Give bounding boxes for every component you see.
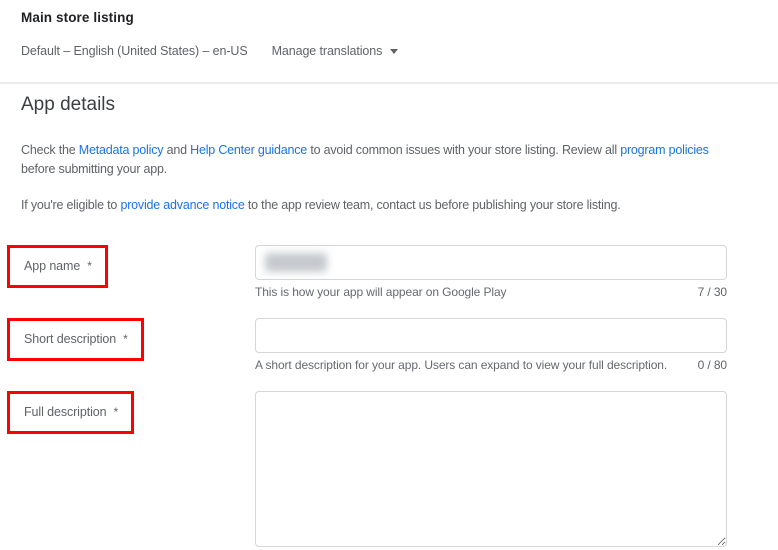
app-name-field-cell: This is how your app will appear on Goog…	[255, 245, 727, 299]
chevron-down-icon	[390, 49, 398, 54]
short-description-annotation-box: Short description *	[7, 318, 144, 361]
short-description-char-counter: 0 / 80	[698, 358, 727, 372]
full-description-textarea[interactable]	[255, 391, 727, 547]
full-description-label-cell: Full description *	[7, 391, 255, 434]
app-name-char-counter: 7 / 30	[698, 285, 727, 299]
full-description-annotation-box: Full description *	[7, 391, 134, 434]
intro-paragraph-2: If you're eligible to provide advance no…	[21, 196, 741, 215]
locale-row: Default – English (United States) – en-U…	[21, 44, 778, 58]
metadata-policy-link[interactable]: Metadata policy	[79, 143, 164, 157]
short-description-label: Short description	[24, 332, 116, 346]
short-description-helper-row: A short description for your app. Users …	[255, 358, 727, 372]
short-description-row: Short description * A short description f…	[7, 318, 778, 372]
intro-1-text-1: Check the	[21, 143, 79, 157]
full-description-field-cell: 0 / 4000	[255, 391, 727, 550]
app-name-label: App name	[24, 259, 80, 273]
app-name-label-cell: App name *	[7, 245, 255, 288]
full-description-required-asterisk: *	[113, 405, 118, 419]
program-policies-link[interactable]: program policies	[620, 143, 709, 157]
section-divider	[0, 82, 778, 84]
full-description-row: Full description * 0 / 4000	[7, 391, 778, 550]
intro-2-text-2: to the app review team, contact us befor…	[245, 198, 621, 212]
short-description-label-cell: Short description *	[7, 318, 255, 361]
short-description-input[interactable]	[255, 318, 727, 353]
app-name-row: App name * This is how your app will appe…	[7, 245, 778, 299]
app-name-helper-text: This is how your app will appear on Goog…	[255, 285, 506, 299]
locale-label: Default – English (United States) – en-U…	[21, 44, 248, 58]
intro-1-text-4: before submitting your app.	[21, 162, 167, 176]
app-name-input[interactable]	[255, 245, 727, 280]
help-center-guidance-link[interactable]: Help Center guidance	[190, 143, 307, 157]
short-description-field-cell: A short description for your app. Users …	[255, 318, 727, 372]
app-details-form: App name * This is how your app will appe…	[7, 245, 778, 550]
main-store-listing-page: Main store listing Default – English (Un…	[0, 0, 778, 550]
app-name-required-asterisk: *	[87, 259, 92, 273]
manage-translations-label: Manage translations	[272, 44, 383, 58]
app-name-helper-row: This is how your app will appear on Goog…	[255, 285, 727, 299]
app-name-annotation-box: App name *	[7, 245, 108, 288]
full-description-label: Full description	[24, 405, 106, 419]
page-header: Main store listing Default – English (Un…	[0, 0, 778, 58]
short-description-required-asterisk: *	[123, 332, 128, 346]
manage-translations-button[interactable]: Manage translations	[272, 44, 399, 58]
intro-1-text-3: to avoid common issues with your store l…	[307, 143, 620, 157]
intro-1-text-2: and	[163, 143, 190, 157]
section-heading: App details	[21, 94, 778, 116]
provide-advance-notice-link[interactable]: provide advance notice	[120, 198, 244, 212]
short-description-helper-text: A short description for your app. Users …	[255, 358, 667, 372]
page-title: Main store listing	[21, 10, 778, 25]
intro-2-text-1: If you're eligible to	[21, 198, 120, 212]
intro-paragraph-1: Check the Metadata policy and Help Cente…	[21, 141, 741, 179]
